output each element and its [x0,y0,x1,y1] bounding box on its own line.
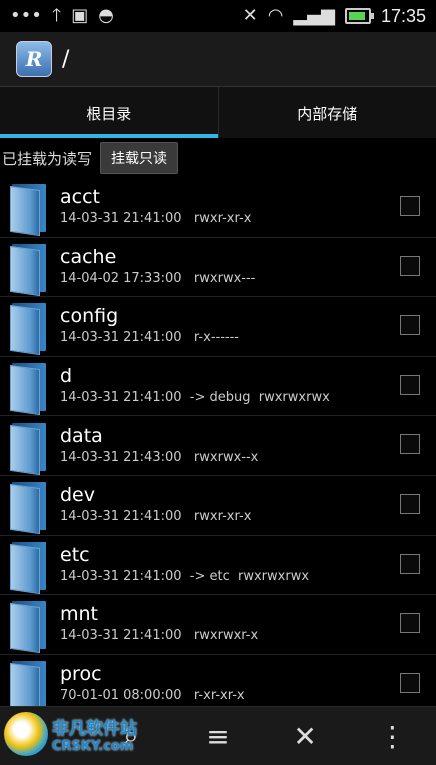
sort-icon[interactable]: ≡ [188,720,248,753]
file-name: mnt [60,603,98,626]
select-checkbox[interactable] [400,434,420,455]
file-meta: 14-04-02 17:33:00 rwxrwx--- [60,270,256,286]
tab-internal-storage[interactable]: 内部存储 [217,87,436,139]
file-name: dev [60,484,95,507]
folder-icon [10,301,46,356]
file-row[interactable]: etc 14-03-31 21:41:00 -> etc rwxrwxrwx [0,536,436,596]
folder-icon [10,421,46,475]
file-row[interactable]: d 14-03-31 21:41:00 -> debug rwxrwxrwx [0,357,436,417]
file-row[interactable]: config 14-03-31 21:41:00 r-x------ [0,297,436,357]
folder-icon [10,540,46,594]
select-checkbox[interactable] [400,672,420,693]
signal-icon: ▂▄▆ [293,5,335,26]
select-checkbox[interactable] [400,315,420,336]
overflow-menu-icon[interactable]: ⋮ [362,720,422,753]
mount-readonly-button[interactable]: 挂载只读 [100,142,179,174]
app-logo-icon[interactable]: R [16,41,52,77]
tab-root[interactable]: 根目录 [0,87,218,139]
status-bar: ••• 🡑 ▣ ◓ ✕ ◠ ▂▄▆ 17:35 [0,0,436,32]
close-icon[interactable]: ✕ [275,720,335,753]
file-list: acct 14-03-31 21:41:00 rwxr-xr-x cache 1… [0,178,436,715]
file-meta: 14-03-31 21:41:00 rwxr-xr-x [60,509,252,525]
image-icon: ▣ [71,5,89,26]
file-meta: 14-03-31 21:41:00 -> etc rwxrwxrwx [60,568,310,584]
file-name: config [60,305,119,328]
mute-icon: ✕ [242,5,258,26]
status-time: 17:35 [380,5,426,26]
watermark-en: CRSKY.com [52,739,134,754]
select-checkbox[interactable] [400,553,420,574]
tab-bar: 根目录 内部存储 [0,86,436,139]
folder-icon [10,480,46,535]
folder-icon [10,242,46,296]
folder-icon [10,182,46,237]
watermark-cn: 非凡软件站 [52,719,137,739]
mount-status: 已挂载为读写 [2,149,93,168]
wifi-icon: ◠ [267,5,284,26]
action-bar: R / [0,32,436,86]
select-checkbox[interactable] [400,374,420,395]
file-row[interactable]: dev 14-03-31 21:41:00 rwxr-xr-x [0,476,436,536]
watermark-logo-icon [4,712,48,756]
current-path: / [62,46,70,72]
folder-icon [10,599,46,654]
file-name: data [60,424,103,447]
file-name: proc [60,663,102,686]
file-meta: 14-03-31 21:41:00 rwxrwxr-x [60,628,259,644]
file-name: acct [60,186,100,209]
watermark: 非凡软件站 CRSKY.com [0,703,165,765]
file-name: cache [60,245,117,268]
file-row[interactable]: acct 14-03-31 21:41:00 rwxr-xr-x [0,178,436,238]
upload-arrow-icon: 🡑 [51,5,62,26]
folder-icon [10,659,46,714]
file-meta: 14-03-31 21:43:00 rwxrwx--x [60,449,259,465]
select-checkbox[interactable] [400,196,420,216]
select-checkbox[interactable] [400,493,420,514]
mount-bar: 已挂载为读写 挂载只读 [0,138,436,178]
file-name: etc [60,543,90,566]
file-name: d [60,365,73,388]
android-icon: ◓ [98,5,114,26]
battery-icon [344,8,374,24]
folder-icon [10,361,46,416]
file-meta: 14-03-31 21:41:00 rwxr-xr-x [60,211,252,227]
select-checkbox[interactable] [400,255,420,276]
select-checkbox[interactable] [400,613,420,634]
file-row[interactable]: cache 14-04-02 17:33:00 rwxrwx--- [0,238,436,298]
file-meta: 14-03-31 21:41:00 r-x------ [60,330,239,346]
file-row[interactable]: mnt 14-03-31 21:41:00 rwxrwxr-x [0,595,436,655]
file-meta: 14-03-31 21:41:00 -> debug rwxrwxrwx [60,390,330,406]
more-dots-icon: ••• [10,5,42,26]
file-row[interactable]: data 14-03-31 21:43:00 rwxrwx--x [0,416,436,476]
